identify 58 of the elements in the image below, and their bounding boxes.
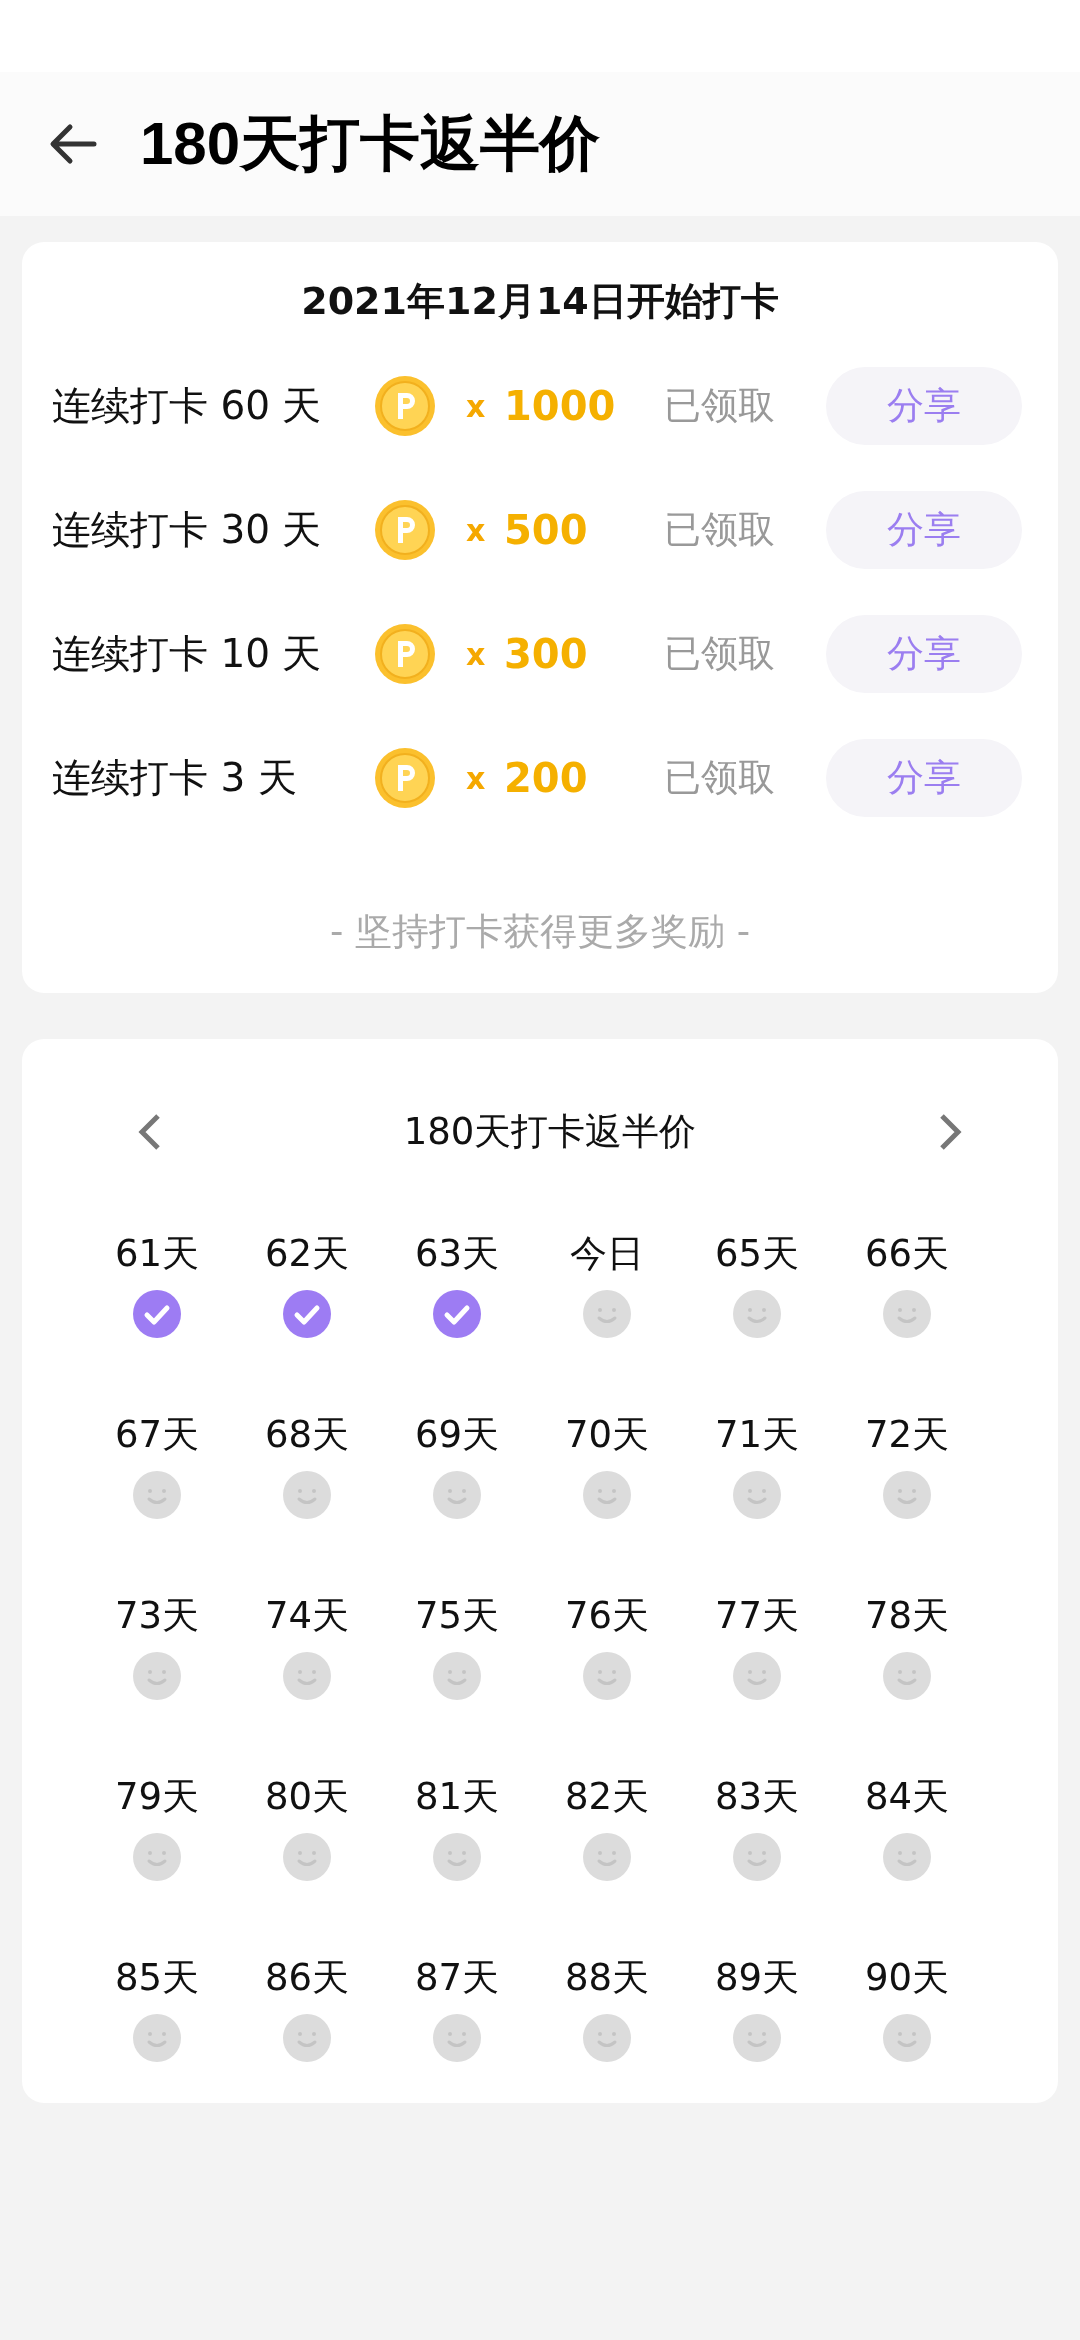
multiplier: x bbox=[466, 388, 487, 424]
coin-icon bbox=[374, 499, 436, 561]
day-label: 74天 bbox=[264, 1593, 350, 1639]
day-label: 86天 bbox=[264, 1955, 350, 2001]
day-label: 67天 bbox=[114, 1412, 200, 1458]
day-label: 84天 bbox=[864, 1774, 950, 1820]
coin-amount: 300 bbox=[504, 631, 589, 677]
day-label: 66天 bbox=[864, 1231, 950, 1277]
day-label: 82天 bbox=[564, 1774, 650, 1820]
day-label: 62天 bbox=[264, 1231, 350, 1277]
day-label: 71天 bbox=[714, 1412, 800, 1458]
coin-icon bbox=[374, 747, 436, 809]
day-label: 79天 bbox=[114, 1774, 200, 1820]
claim-status: 已领取 bbox=[664, 383, 776, 429]
day-label: 90天 bbox=[864, 1955, 950, 2001]
share-button[interactable]: 分享 bbox=[826, 491, 1022, 569]
day-label: 87天 bbox=[414, 1955, 500, 2001]
day-label: 今日 bbox=[570, 1231, 644, 1277]
claim-status: 已领取 bbox=[664, 755, 776, 801]
coin-icon bbox=[374, 375, 436, 437]
day-label: 61天 bbox=[114, 1231, 200, 1277]
footer-note: - 坚持打卡获得更多奖励 - bbox=[328, 909, 752, 955]
day-label: 69天 bbox=[414, 1412, 500, 1458]
coin-icon bbox=[374, 623, 436, 685]
day-label: 76天 bbox=[564, 1593, 650, 1639]
multiplier: x bbox=[466, 512, 487, 548]
day-label: 80天 bbox=[264, 1774, 350, 1820]
page-title: 180天打卡返半价 bbox=[140, 108, 601, 179]
share-button[interactable]: 分享 bbox=[826, 739, 1022, 817]
reward-label: 连续打卡 3 天 bbox=[52, 754, 298, 802]
day-label: 68天 bbox=[264, 1412, 350, 1458]
multiplier: x bbox=[466, 760, 487, 796]
day-label: 88天 bbox=[564, 1955, 650, 2001]
reward-label: 连续打卡 30 天 bbox=[52, 506, 323, 554]
day-label: 81天 bbox=[414, 1774, 500, 1820]
day-label: 85天 bbox=[114, 1955, 200, 2001]
reward-label: 连续打卡 10 天 bbox=[52, 630, 323, 678]
share-button[interactable]: 分享 bbox=[826, 367, 1022, 445]
day-label: 65天 bbox=[714, 1231, 800, 1277]
day-label: 63天 bbox=[414, 1231, 500, 1277]
claim-status: 已领取 bbox=[664, 631, 776, 677]
reward-label: 连续打卡 60 天 bbox=[52, 382, 323, 430]
day-label: 72天 bbox=[864, 1412, 950, 1458]
coin-amount: 200 bbox=[504, 755, 589, 801]
day-label: 89天 bbox=[714, 1955, 800, 2001]
share-button[interactable]: 分享 bbox=[826, 615, 1022, 693]
day-label: 77天 bbox=[714, 1593, 800, 1639]
day-label: 73天 bbox=[114, 1593, 200, 1639]
start-date: 2021年12月14日开始打卡 bbox=[300, 278, 780, 325]
day-label: 70天 bbox=[564, 1412, 650, 1458]
day-label: 83天 bbox=[714, 1774, 800, 1820]
day-label: 75天 bbox=[414, 1593, 500, 1639]
multiplier: x bbox=[466, 636, 487, 672]
day-label: 78天 bbox=[864, 1593, 950, 1639]
calendar-title: 180天打卡返半价 bbox=[403, 1109, 697, 1155]
coin-amount: 500 bbox=[504, 507, 589, 553]
coin-amount: 1000 bbox=[504, 383, 617, 429]
claim-status: 已领取 bbox=[664, 507, 776, 553]
